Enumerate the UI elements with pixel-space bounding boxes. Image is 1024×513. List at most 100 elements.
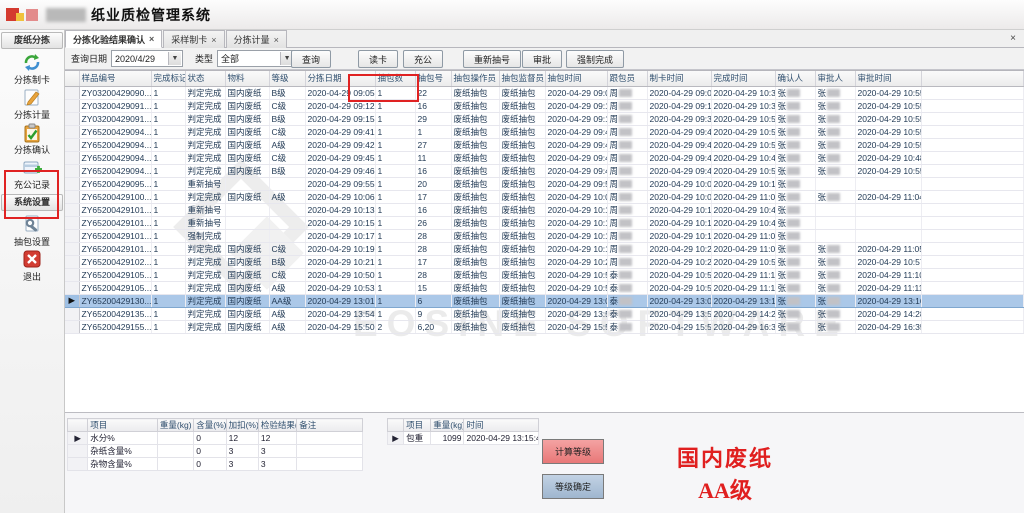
- table-row[interactable]: ZY65200429101...1重新抽号2020-04-29 10:15...…: [65, 216, 1024, 229]
- column-header[interactable]: 等级: [269, 71, 305, 86]
- column-header[interactable]: 重量(kg): [157, 419, 193, 432]
- chevron-down-icon[interactable]: ▼: [168, 52, 181, 65]
- row-selector[interactable]: [68, 445, 88, 458]
- row-selector[interactable]: [65, 307, 79, 320]
- column-header[interactable]: 制卡时间: [647, 71, 711, 86]
- table-row[interactable]: ZY65200429095...1重新抽号2020-04-29 09:55...…: [65, 177, 1024, 190]
- column-header[interactable]: 完成时间: [711, 71, 775, 86]
- column-header[interactable]: 检验结果(%): [258, 419, 296, 432]
- table-row[interactable]: ZY03200429090...1判定完成国内废纸B级2020-04-29 09…: [65, 86, 1024, 99]
- redraw-number-button[interactable]: 重新抽号: [463, 50, 521, 68]
- column-header[interactable]: 状态: [185, 71, 225, 86]
- row-selector[interactable]: [65, 242, 79, 255]
- table-row[interactable]: ▶包重10992020-04-29 13:15:46: [388, 432, 539, 445]
- table-row[interactable]: ZY65200429135...1判定完成国内废纸A级2020-04-29 13…: [65, 307, 1024, 320]
- table-row[interactable]: ▶ZY65200429130...1判定完成国内废纸AA级2020-04-29 …: [65, 294, 1024, 307]
- row-selector[interactable]: [65, 190, 79, 203]
- column-header[interactable]: 抽包操作员: [451, 71, 499, 86]
- confirm-grade-button[interactable]: 等级确定: [542, 474, 604, 499]
- column-header[interactable]: 加扣(%): [226, 419, 258, 432]
- column-header[interactable]: 项目: [88, 419, 158, 432]
- table-row[interactable]: ZY65200429105...1判定完成国内废纸C级2020-04-29 10…: [65, 268, 1024, 281]
- row-selector[interactable]: [65, 164, 79, 177]
- redacted-name: [787, 232, 800, 240]
- row-selector[interactable]: [65, 112, 79, 125]
- table-row[interactable]: ZY65200429100...1判定完成国内废纸A级2020-04-29 10…: [65, 190, 1024, 203]
- column-header[interactable]: 项目: [404, 419, 431, 432]
- sidebar-item-confirm[interactable]: 分拣确认: [0, 123, 64, 157]
- tab-sorting-measure[interactable]: 分拣计量 ×: [226, 30, 287, 48]
- table-row[interactable]: ZY65200429094...1判定完成国内废纸C级2020-04-29 09…: [65, 151, 1024, 164]
- table-row[interactable]: ZY65200429105...1判定完成国内废纸A级2020-04-29 10…: [65, 281, 1024, 294]
- column-header[interactable]: 重量(kg): [431, 419, 464, 432]
- confiscate-button[interactable]: 充公: [403, 50, 443, 68]
- query-date-select[interactable]: 2020/4/29 ▼: [111, 50, 183, 67]
- pencil-icon: [22, 88, 42, 107]
- row-selector[interactable]: [65, 268, 79, 281]
- row-selector[interactable]: ▶: [388, 432, 404, 445]
- read-card-button[interactable]: 读卡: [358, 50, 398, 68]
- table-row[interactable]: ZY65200429101...1重新抽号2020-04-29 10:13...…: [65, 203, 1024, 216]
- column-header[interactable]: 抽包号: [415, 71, 451, 86]
- calculate-grade-button[interactable]: 计算等级: [542, 439, 604, 464]
- table-row[interactable]: 杂物含量%033: [68, 458, 363, 471]
- table-row[interactable]: ▶水分%01212: [68, 432, 363, 445]
- table-row[interactable]: ZY65200429101...1强制完成2020-04-29 10:17...…: [65, 229, 1024, 242]
- table-row[interactable]: ZY65200429102...1判定完成国内废纸B级2020-04-29 10…: [65, 255, 1024, 268]
- table-row[interactable]: 杂纸含量%033: [68, 445, 363, 458]
- table-row[interactable]: ZY03200429091...1判定完成国内废纸B级2020-04-29 09…: [65, 112, 1024, 125]
- cell: 2020-04-29 10:48...: [855, 151, 921, 164]
- row-selector[interactable]: [65, 216, 79, 229]
- row-selector[interactable]: [65, 151, 79, 164]
- type-select[interactable]: 全部 ▼: [217, 50, 295, 67]
- sidebar-item-bag-settings[interactable]: 抽包设置: [0, 215, 64, 249]
- cell: 张: [775, 99, 815, 112]
- row-selector[interactable]: [65, 138, 79, 151]
- tab-close-icon[interactable]: ×: [274, 35, 279, 45]
- column-header[interactable]: 确认人: [775, 71, 815, 86]
- cell: 2020-04-29 10:52...: [711, 138, 775, 151]
- sidebar-item-card-making[interactable]: 分拣制卡: [0, 53, 64, 87]
- row-selector[interactable]: [68, 458, 88, 471]
- column-header[interactable]: 审批时间: [855, 71, 921, 86]
- row-selector[interactable]: [65, 203, 79, 216]
- column-header[interactable]: 样品编号: [79, 71, 151, 86]
- row-selector[interactable]: [65, 255, 79, 268]
- column-header[interactable]: 物料: [225, 71, 269, 86]
- table-row[interactable]: ZY65200429155...1判定完成国内废纸A级2020-04-29 15…: [65, 320, 1024, 333]
- table-row[interactable]: ZY65200429101...1判定完成国内废纸C级2020-04-29 10…: [65, 242, 1024, 255]
- cell: 2020-04-29 11:04...: [711, 242, 775, 255]
- tab-sorting-result-confirm[interactable]: 分拣化验结果确认 ×: [65, 30, 162, 48]
- sidebar-group-waste-paper[interactable]: 废纸分拣: [1, 32, 63, 49]
- column-header[interactable]: 审批人: [815, 71, 855, 86]
- row-selector[interactable]: [65, 177, 79, 190]
- row-selector[interactable]: [65, 86, 79, 99]
- column-header[interactable]: 抽包时间: [545, 71, 607, 86]
- row-selector[interactable]: ▶: [65, 294, 79, 307]
- row-selector[interactable]: [65, 125, 79, 138]
- tab-sampling-card[interactable]: 采样制卡 ×: [163, 30, 224, 48]
- column-header[interactable]: 完成标记: [151, 71, 185, 86]
- column-header[interactable]: 跟包员: [607, 71, 647, 86]
- force-complete-button[interactable]: 强制完成: [566, 50, 624, 68]
- row-selector[interactable]: [65, 281, 79, 294]
- panel-close-icon[interactable]: ×: [1010, 33, 1016, 44]
- table-row[interactable]: ZY65200429094...1判定完成国内废纸A级2020-04-29 09…: [65, 138, 1024, 151]
- column-header[interactable]: 备注: [297, 419, 363, 432]
- sidebar-item-exit[interactable]: 退出: [0, 250, 64, 284]
- sidebar-item-measure[interactable]: 分拣计量: [0, 88, 64, 122]
- row-selector[interactable]: ▶: [68, 432, 88, 445]
- column-header[interactable]: 含量(%): [194, 419, 226, 432]
- approve-button[interactable]: 审批: [522, 50, 562, 68]
- row-selector[interactable]: [65, 229, 79, 242]
- column-header[interactable]: 时间: [464, 419, 539, 432]
- column-header[interactable]: 抽包监督员: [499, 71, 545, 86]
- tab-close-icon[interactable]: ×: [211, 35, 216, 45]
- table-row[interactable]: ZY03200429091...1判定完成国内废纸C级2020-04-29 09…: [65, 99, 1024, 112]
- row-selector[interactable]: [65, 99, 79, 112]
- row-selector[interactable]: [65, 320, 79, 333]
- query-button[interactable]: 查询: [291, 50, 331, 68]
- tab-close-icon[interactable]: ×: [149, 34, 154, 44]
- table-row[interactable]: ZY65200429094...1判定完成国内废纸C级2020-04-29 09…: [65, 125, 1024, 138]
- table-row[interactable]: ZY65200429094...1判定完成国内废纸B级2020-04-29 09…: [65, 164, 1024, 177]
